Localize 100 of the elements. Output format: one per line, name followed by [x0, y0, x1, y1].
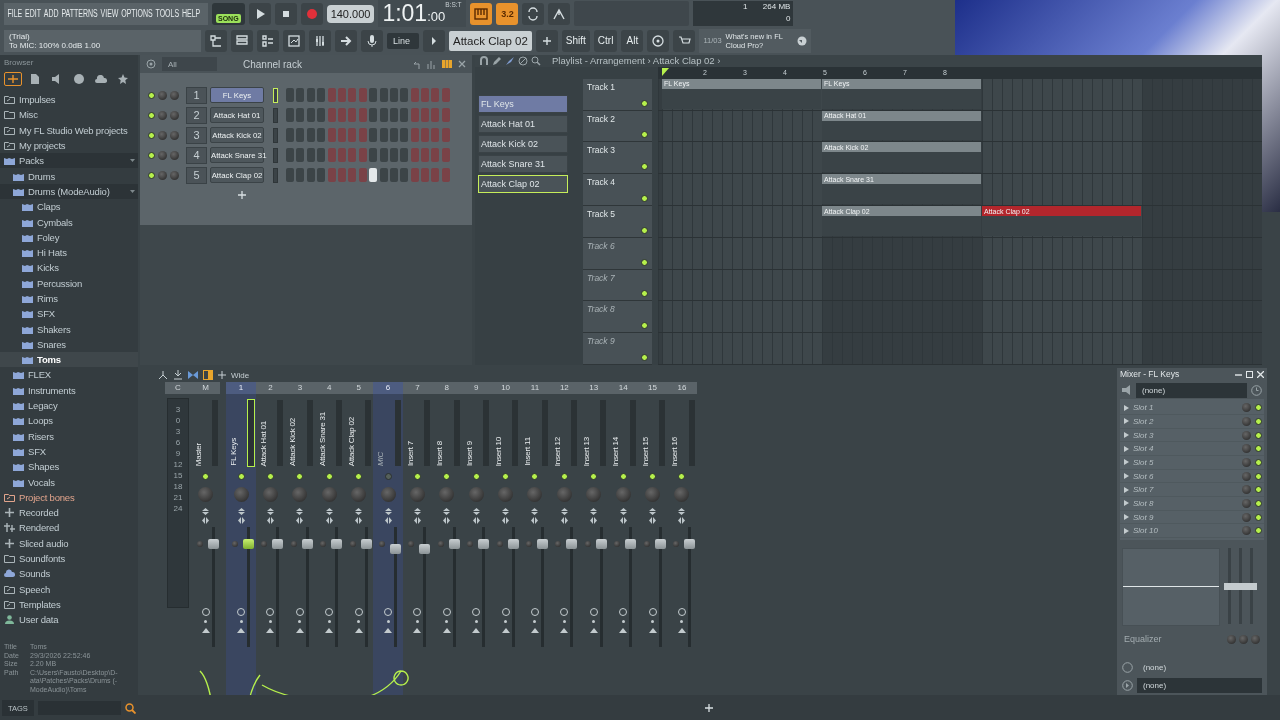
mixer-strip[interactable]: 16 Insert 16 [667, 382, 697, 695]
volume-fader[interactable] [566, 538, 578, 549]
browser-item[interactable]: Drums [0, 168, 138, 184]
browser-item[interactable]: Foley [0, 229, 138, 245]
plus-icon[interactable] [218, 371, 226, 379]
track-header[interactable]: Track 5 [583, 206, 652, 238]
mixer-strip[interactable]: 4 Attack Snare 31 [314, 382, 344, 695]
volume-fader[interactable] [360, 538, 372, 549]
input-dropdown[interactable]: (none) [1136, 382, 1247, 398]
browser-item[interactable]: Shapes [0, 459, 138, 475]
volume-fader[interactable] [478, 538, 490, 549]
mixer-strip[interactable]: 14 Insert 14 [608, 382, 638, 695]
input-dropdown[interactable]: Line [387, 32, 419, 49]
volume-fader[interactable] [683, 538, 695, 549]
send-arrow-icon[interactable] [531, 627, 539, 633]
enable-led[interactable] [148, 131, 155, 139]
mixer-strip[interactable]: 13 Insert 13 [579, 382, 609, 695]
pattern-item[interactable]: Attack Clap 02 [478, 174, 568, 193]
piano-roll-button[interactable] [257, 29, 279, 52]
microphone-button[interactable] [361, 29, 383, 52]
volume-fader[interactable] [207, 538, 219, 549]
enable-led[interactable] [472, 473, 480, 480]
snap-button[interactable]: 3.2 [496, 2, 519, 25]
mixer-strip[interactable]: 1 FL Keys [226, 382, 256, 695]
enable-led[interactable] [641, 258, 648, 266]
browser-item[interactable]: Cymbals [0, 214, 138, 230]
browser-item[interactable]: FLEX [0, 367, 138, 383]
track-header[interactable]: Track 3 [583, 142, 652, 175]
track-header[interactable]: Track 4 [583, 174, 652, 206]
mixer-strip[interactable]: 10 Insert 10 [490, 382, 521, 695]
menu-item[interactable]: OPTIONS [121, 8, 153, 19]
enable-led[interactable] [413, 473, 421, 480]
volume-fader[interactable] [243, 538, 255, 549]
eq-slider[interactable] [1246, 583, 1257, 591]
track-header[interactable]: Track 2 [583, 110, 652, 143]
enable-led[interactable] [1255, 472, 1262, 480]
effect-slot[interactable]: Slot 8 [1133, 498, 1238, 508]
menu-item[interactable]: HELP [181, 8, 201, 19]
send-arrow-icon[interactable] [677, 627, 686, 633]
mixer-strip[interactable]: 15 Insert 15 [637, 382, 668, 695]
send-arrow-icon[interactable] [325, 627, 334, 633]
swap-icon[interactable] [296, 508, 304, 525]
enable-led[interactable] [1255, 499, 1262, 507]
track-header[interactable]: Track 9 [583, 333, 652, 365]
swap-icon[interactable] [649, 508, 657, 525]
enable-led[interactable] [148, 111, 155, 119]
browser-item[interactable]: Shakers [0, 321, 138, 337]
channel-number[interactable]: 3 [186, 126, 207, 144]
channel-number[interactable]: 5 [186, 166, 207, 184]
enable-led[interactable] [641, 354, 648, 361]
browser-item[interactable]: Percussion [0, 275, 138, 291]
enable-led[interactable] [641, 99, 648, 107]
swap-icon[interactable] [202, 508, 210, 525]
pattern-item[interactable]: Attack Hat 01 [478, 114, 568, 133]
enable-led[interactable] [502, 473, 510, 480]
enable-led[interactable] [1255, 513, 1262, 521]
enable-led[interactable] [1255, 527, 1262, 535]
playlist-button[interactable] [283, 29, 305, 52]
send-arrow-icon[interactable] [413, 627, 422, 633]
enable-led[interactable] [148, 171, 155, 179]
volume-fader[interactable] [537, 538, 548, 549]
swap-icon[interactable] [619, 508, 627, 525]
close-icon[interactable] [458, 60, 466, 68]
mixer-strip[interactable]: 11 Insert 11 [520, 382, 550, 695]
enable-led[interactable] [1255, 404, 1262, 412]
browser-button[interactable] [205, 29, 227, 52]
browser-item[interactable]: Rims [0, 290, 138, 307]
effect-slot[interactable]: Slot 4 [1133, 444, 1238, 454]
swap-icon[interactable] [413, 508, 421, 525]
target-icon[interactable] [146, 59, 156, 69]
send-arrow-icon[interactable] [295, 627, 304, 633]
search-icon[interactable] [125, 702, 136, 714]
volume-fader[interactable] [301, 538, 313, 549]
brush-icon[interactable] [505, 55, 515, 66]
arrow-button[interactable] [335, 29, 357, 52]
send-arrow-icon[interactable] [442, 627, 451, 633]
browser-item[interactable]: My projects [0, 137, 138, 154]
enable-led[interactable] [678, 473, 686, 480]
expand-arrow-icon[interactable] [130, 158, 135, 164]
browser-item[interactable]: User data [0, 612, 138, 628]
mixer-strip[interactable]: 6 MIC [373, 382, 403, 695]
volume-fader[interactable] [625, 538, 637, 549]
zoom-icon[interactable] [531, 55, 541, 66]
pencil-icon[interactable] [492, 55, 502, 66]
mixer-strip[interactable]: 5 Attack Clap 02 [343, 382, 374, 695]
metronome-button[interactable] [548, 2, 571, 25]
channel-rack-button[interactable] [231, 29, 253, 52]
enable-led[interactable] [619, 473, 627, 480]
browser-item[interactable]: Sounds [0, 566, 138, 582]
modifier-key-button[interactable]: Alt [621, 29, 644, 52]
swap-icon[interactable] [266, 508, 274, 525]
effect-slot[interactable]: Slot 2 [1133, 416, 1238, 426]
mixer-button[interactable] [309, 29, 331, 52]
swap-icon[interactable] [472, 508, 480, 525]
menu-item[interactable]: EDIT [25, 8, 42, 19]
marker-icon[interactable] [662, 67, 670, 78]
browser-item[interactable]: Instruments [0, 382, 138, 398]
volume-fader[interactable] [654, 538, 666, 549]
send-arrow-icon[interactable] [501, 627, 510, 633]
effect-slot[interactable]: Slot 6 [1133, 471, 1238, 481]
